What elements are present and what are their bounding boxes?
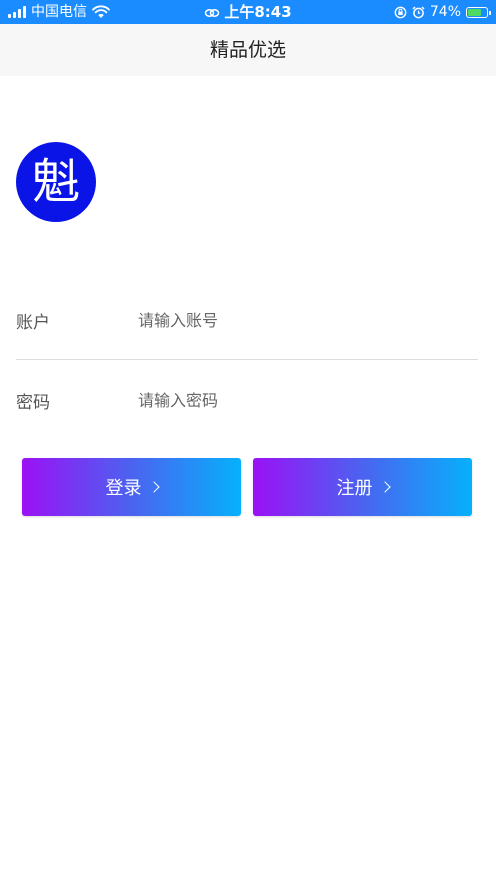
status-time: 上午8:43 <box>224 3 292 21</box>
password-label: 密码 <box>16 393 50 413</box>
account-label: 账户 <box>16 313 50 333</box>
chevron-right-icon <box>378 481 391 493</box>
password-row: 密码 <box>16 380 478 420</box>
battery-level <box>468 8 481 16</box>
app-logo: 魁 <box>16 142 96 222</box>
battery-percent: 74% <box>429 4 461 20</box>
battery-icon <box>466 6 491 18</box>
login-button-label: 登录 <box>105 478 142 499</box>
nav-bar: 精品优选 <box>0 24 496 76</box>
alarm-icon <box>412 5 425 18</box>
login-button[interactable]: 登录 <box>22 458 241 516</box>
password-input[interactable] <box>138 386 458 414</box>
status-bar: 中国电信 上午8:43 74% <box>0 0 496 24</box>
rotation-lock-icon <box>394 6 407 18</box>
account-row: 账户 <box>16 300 478 340</box>
form-divider <box>16 359 478 360</box>
register-button-label: 注册 <box>336 478 373 499</box>
status-right: 74% <box>394 4 491 20</box>
register-button[interactable]: 注册 <box>253 458 472 516</box>
page-title: 精品优选 <box>209 39 286 61</box>
link-icon <box>205 8 220 17</box>
chevron-right-icon <box>147 481 160 493</box>
account-input[interactable] <box>138 306 458 334</box>
